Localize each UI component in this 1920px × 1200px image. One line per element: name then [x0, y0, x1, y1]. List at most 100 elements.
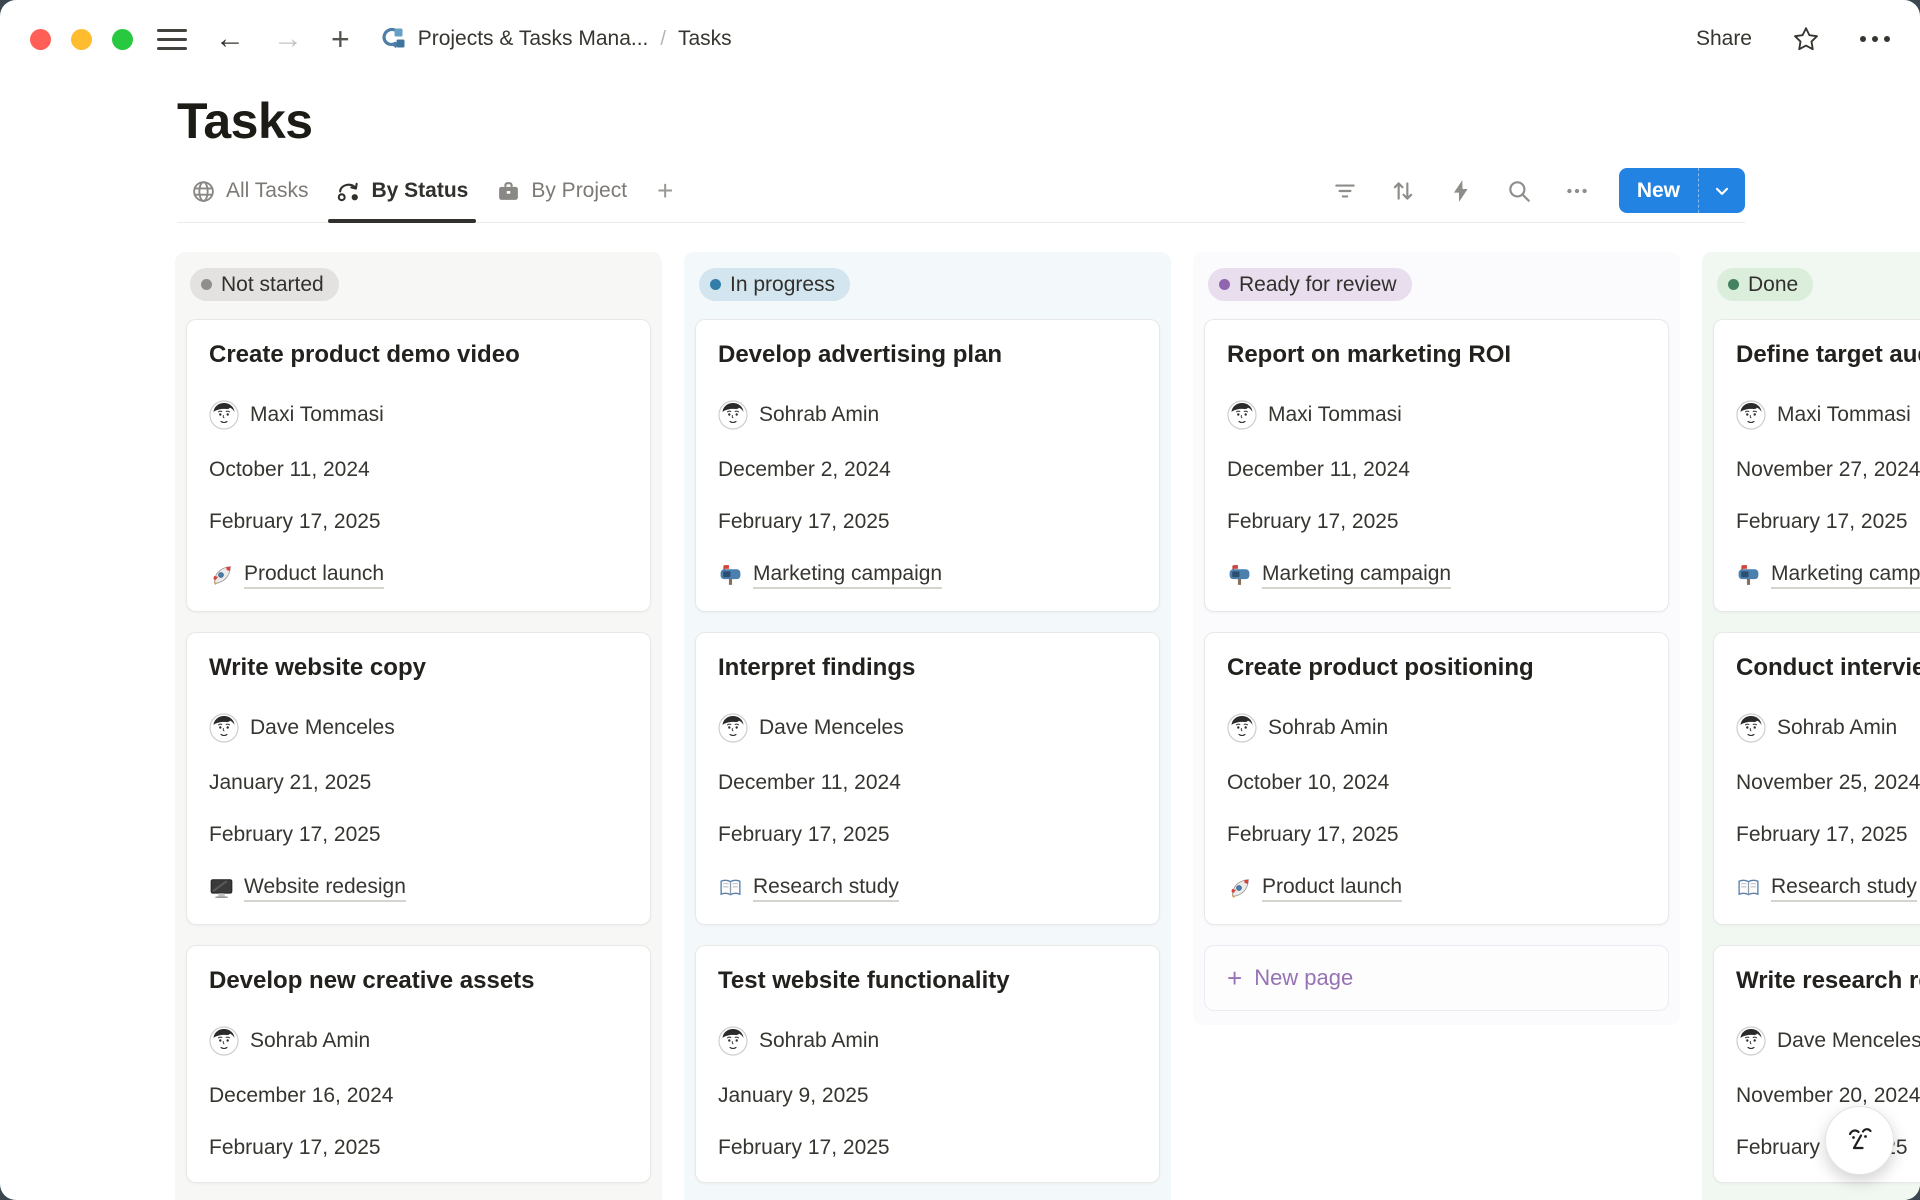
avatar — [209, 1026, 239, 1056]
project-link[interactable]: Marketing campaign — [753, 562, 942, 589]
task-title: Create product demo video — [209, 340, 628, 370]
start-date: December 11, 2024 — [1227, 458, 1646, 482]
app-window: ← → + Projects & Tasks Mana... / Tasks S… — [0, 0, 1920, 1200]
status-badge-not-started[interactable]: Not started — [190, 268, 339, 301]
avatar — [718, 1026, 748, 1056]
status-dot — [710, 279, 721, 290]
page-emblem-icon — [376, 24, 406, 54]
status-badge-ready-for-review[interactable]: Ready for review — [1208, 268, 1412, 301]
due-date: February 17, 2025 — [1227, 510, 1646, 534]
avatar — [209, 713, 239, 743]
tab-by-status[interactable]: By Status — [322, 160, 482, 222]
plus-icon: + — [1227, 965, 1242, 991]
ai-assistant-button[interactable] — [1825, 1106, 1894, 1175]
assignee-name: Dave Menceles — [1777, 1029, 1920, 1053]
project-relation: Marketing campaign — [1736, 562, 1920, 589]
due-date: February 17, 2025 — [209, 1136, 628, 1160]
minimize-button[interactable] — [71, 29, 92, 50]
ellipsis-icon[interactable] — [1555, 171, 1599, 211]
filter-icon[interactable] — [1323, 171, 1367, 211]
project-link[interactable]: Research study — [1771, 875, 1917, 902]
task-card[interactable]: Develop advertising planSohrab AminDecem… — [695, 319, 1160, 612]
task-title: Write website copy — [209, 653, 628, 683]
new-page-button[interactable]: +New page — [1204, 945, 1669, 1011]
tab-label: By Status — [371, 179, 468, 203]
project-link[interactable]: Product launch — [1262, 875, 1402, 902]
more-ellipsis-icon[interactable] — [1860, 36, 1890, 42]
task-card[interactable]: Write website copyDave MencelesJanuary 2… — [186, 632, 651, 925]
task-card[interactable]: Test website functionality Sohrab Amin Jan… — [695, 945, 1160, 1183]
project-relation: Product launch — [209, 562, 628, 589]
project-link[interactable]: Website redesign — [244, 875, 406, 902]
due-date: February 17, 2025 — [209, 823, 628, 847]
assignee-row: Dave Menceles — [209, 713, 628, 743]
task-card[interactable]: Create product positioningSohrab AminOct… — [1204, 632, 1669, 925]
status-badge-done[interactable]: Done — [1717, 268, 1813, 301]
due-date: February 17, 2025 — [718, 510, 1137, 534]
task-title: Define target audience — [1736, 340, 1920, 370]
status-label: Not started — [221, 273, 324, 297]
book-icon — [718, 876, 743, 901]
start-date: January 9, 2025 — [718, 1084, 1137, 1108]
task-title: Develop new creative assets — [209, 966, 628, 996]
tab-all-tasks[interactable]: All Tasks — [177, 160, 322, 222]
start-date: December 2, 2024 — [718, 458, 1137, 482]
assignee-row: Dave Menceles — [718, 713, 1137, 743]
new-button[interactable]: New — [1619, 168, 1745, 213]
assignee-row: Sohrab Amin — [209, 1026, 628, 1056]
status-dot — [1728, 279, 1739, 290]
project-link[interactable]: Product launch — [244, 562, 384, 589]
assignee-name: Sohrab Amin — [1268, 716, 1388, 740]
assignee-name: Maxi Tommasi — [250, 403, 384, 427]
zoom-button[interactable] — [112, 29, 133, 50]
project-link[interactable]: Research study — [753, 875, 899, 902]
column-header: Not started — [186, 266, 651, 319]
project-relation: Product launch — [1227, 875, 1646, 902]
new-tab-plus-icon[interactable]: + — [331, 23, 350, 55]
status-badge-in-progress[interactable]: In progress — [699, 268, 850, 301]
briefcase-icon — [496, 179, 521, 204]
assignee-row: Maxi Tommasi — [1227, 400, 1646, 430]
add-view-button[interactable]: + — [641, 160, 689, 222]
back-arrow-icon[interactable]: ← — [215, 24, 245, 54]
task-card[interactable]: Report on marketing ROI Maxi Tommasi Decem… — [1204, 319, 1669, 612]
task-card[interactable]: Interpret findingsDave MencelesDecember … — [695, 632, 1160, 925]
mailbox-icon — [718, 563, 743, 588]
task-card[interactable]: Create product demo videoMaxi TommasiOct… — [186, 319, 651, 612]
desktop-icon — [209, 876, 234, 901]
board-column-done: Done Define target audienceMaxi TommasiNo… — [1702, 252, 1920, 1200]
breadcrumb-root[interactable]: Projects & Tasks Mana... — [418, 27, 649, 51]
task-card[interactable]: Develop new creative assetsSohrab AminDe… — [186, 945, 651, 1183]
search-icon[interactable] — [1497, 171, 1541, 211]
assignee-row: Dave Menceles — [1736, 1026, 1920, 1056]
tab-label: All Tasks — [226, 179, 308, 203]
close-button[interactable] — [30, 29, 51, 50]
task-card[interactable]: Define target audienceMaxi TommasiNovemb… — [1713, 319, 1920, 612]
chevron-down-icon[interactable] — [1698, 168, 1745, 213]
kanban-board: Not started Create product demo video Maxi… — [175, 252, 1920, 1200]
sort-icon[interactable] — [1381, 171, 1425, 211]
task-card[interactable]: Conduct interviewsSohrab AminNovember 25… — [1713, 632, 1920, 925]
breadcrumb-current[interactable]: Tasks — [678, 27, 732, 51]
project-link[interactable]: Marketing campaign — [1771, 562, 1920, 589]
share-button[interactable]: Share — [1696, 27, 1752, 51]
assignee-row: Sohrab Amin — [718, 1026, 1137, 1056]
status-dot — [201, 279, 212, 290]
ai-face-icon — [1841, 1122, 1879, 1160]
board-column-ready-for-review: Ready for review Report on marketing ROI M… — [1193, 252, 1680, 1025]
tab-by-project[interactable]: By Project — [482, 160, 641, 222]
board-column-not-started: Not started Create product demo video Maxi… — [175, 252, 662, 1200]
lightning-icon[interactable] — [1439, 171, 1483, 211]
titlebar: ← → + Projects & Tasks Mana... / Tasks S… — [0, 0, 1920, 78]
forward-arrow-icon[interactable]: → — [273, 24, 303, 54]
project-relation: Research study — [1736, 875, 1920, 902]
due-date: February 17, 2025 — [718, 823, 1137, 847]
task-title: Report on marketing ROI — [1227, 340, 1646, 370]
hamburger-menu-icon[interactable] — [157, 29, 187, 50]
star-icon[interactable] — [1792, 25, 1820, 53]
status-label: In progress — [730, 273, 835, 297]
project-link[interactable]: Marketing campaign — [1262, 562, 1451, 589]
task-title: Test website functionality — [718, 966, 1137, 996]
book-icon — [1736, 876, 1761, 901]
status-label: Done — [1748, 273, 1798, 297]
